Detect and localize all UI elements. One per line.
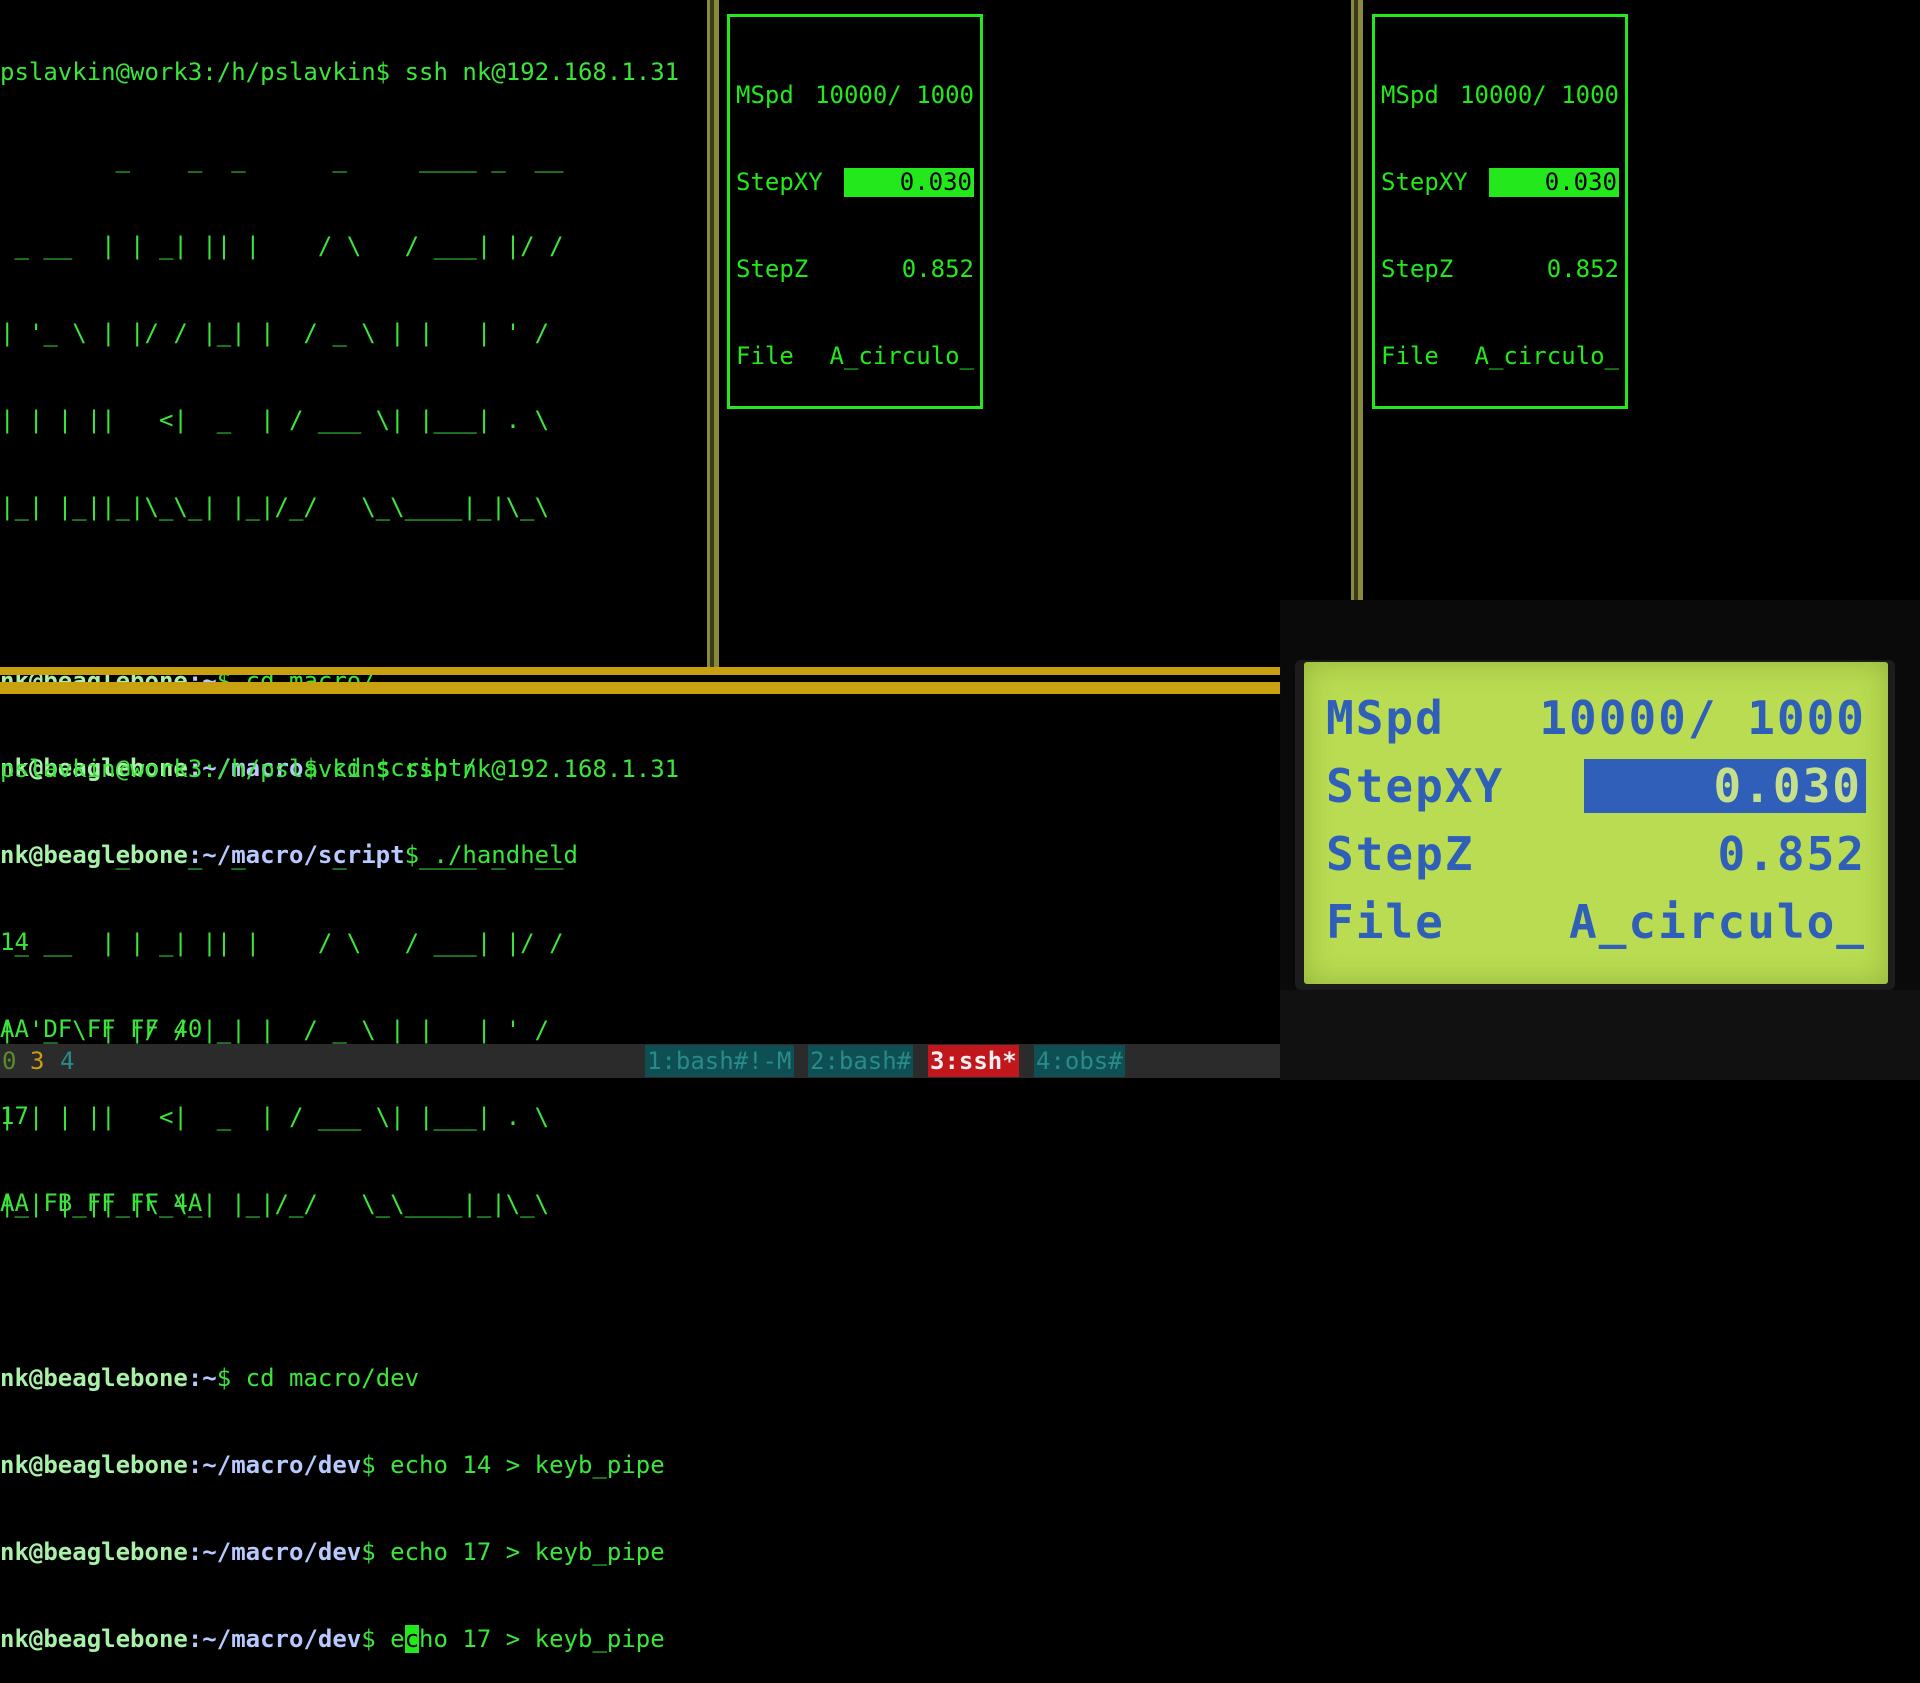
command-text: $ e (361, 1625, 405, 1653)
lcd-emulator-window: MSpd 10000/ 1000 StepXY 0.030 StepZ 0.852 F… (1372, 14, 1628, 409)
text-cursor: c (404, 1625, 420, 1653)
photo-lcd-value: A_circulo_ (1569, 895, 1866, 949)
ascii-art-line: |_| |_||_|\_\_| |_|/_/ \_\____|_|\_\ (0, 493, 550, 521)
lcd-row-stepz: StepZ 0.852 (736, 255, 974, 284)
lcd-label: File (736, 342, 794, 370)
session-number[interactable]: 0 (2, 1044, 16, 1078)
photo-lcd-value: 0.852 (1717, 827, 1866, 881)
photo-lcd-value: 10000/ 1000 (1539, 691, 1866, 745)
prompt-user: nk@beaglebone (0, 1538, 188, 1566)
pane-divider-horizontal (0, 682, 1280, 694)
lcd-row-stepz: StepZ 0.852 (1381, 255, 1619, 284)
tab-window-1[interactable]: 1:bash#!-M (645, 1045, 794, 1077)
shell-line: nk@beaglebone:~/macro/dev$ echo 17 > key… (0, 1538, 1275, 1567)
ascii-art-line: | '_ \ | |/ / |_| | / _ \ | | | ' / (0, 319, 564, 347)
pane-divider-horizontal[interactable] (0, 667, 1280, 675)
lcd-value: 10000/ 1000 (815, 81, 974, 109)
photo-lcd-row-file: File A_circulo_ (1326, 890, 1866, 954)
session-number[interactable]: 4 (60, 1044, 74, 1078)
bottom-terminal-pane[interactable]: pslavkin@work3:/h/pslavkin$ ssh nk@192.1… (0, 697, 1275, 1653)
command-text: $ echo 17 > keyb_pipe (361, 1538, 665, 1566)
lcd-row-file: File A_circulo_ (736, 342, 974, 371)
prompt-path: :~/macro/dev (187, 1625, 362, 1653)
lcd-label: StepXY (1381, 168, 1468, 196)
lcd-label: MSpd (1381, 81, 1439, 109)
ssh-command-line: pslavkin@work3:/h/pslavkin$ ssh nk@192.1… (0, 755, 680, 783)
lcd-value: A_circulo_ (1474, 342, 1620, 370)
tab-window-3-active[interactable]: 3:ssh* (928, 1045, 1019, 1077)
photo-lcd-label: StepXY (1326, 759, 1505, 813)
device-body (1280, 990, 1920, 1080)
ascii-art-line: _ _ _ _ ____ _ __ (0, 145, 564, 173)
lcd-label: StepZ (1381, 255, 1454, 283)
lcd-row-stepxy: StepXY 0.030 (1381, 168, 1619, 197)
ascii-art-line: _ __ | | _| || | / \ / ___| |/ / (0, 232, 564, 260)
ascii-art-line: | | | || <| _ | / ___ \| |___| . \ (0, 406, 564, 434)
lcd-row-stepxy: StepXY 0.030 (736, 168, 974, 197)
lcd-camera-view: MSpd 10000/ 1000 StepXY 0.030 StepZ 0.852 F… (1280, 600, 1920, 1080)
lcd-label: MSpd (736, 81, 794, 109)
lcd-row-mspd: MSpd 10000/ 1000 (736, 81, 974, 110)
photo-lcd-label: File (1326, 895, 1445, 949)
photo-lcd-row-stepz: StepZ 0.852 (1326, 822, 1866, 886)
pane-divider-vertical[interactable] (1351, 0, 1363, 600)
prompt-user: nk@beaglebone (0, 1364, 188, 1392)
top-terminal-pane[interactable]: pslavkin@work3:/h/pslavkin$ ssh nk@192.1… (0, 0, 705, 1217)
ascii-art-line: _ _ _ _ ____ _ __ (0, 842, 564, 870)
photo-lcd-row-mspd: MSpd 10000/ 1000 (1326, 686, 1866, 750)
ascii-art-line: |_| |_||_|\_\_| |_|/_/ \_\____|_|\_\ (0, 1190, 550, 1218)
command-text: ho 17 > keyb_pipe (419, 1625, 665, 1653)
lcd-value: 0.852 (1546, 255, 1619, 283)
ascii-art-line: | '_ \ | |/ / |_| | / _ \ | | | ' / (0, 1016, 564, 1044)
lcd-value-selected: 0.030 (844, 168, 974, 197)
tab-window-4[interactable]: 4:obs# (1034, 1045, 1125, 1077)
ssh-command-line: pslavkin@work3:/h/pslavkin$ ssh nk@192.1… (0, 58, 680, 86)
prompt-path: :~/macro/dev (187, 1451, 362, 1479)
shell-line: nk@beaglebone:~/macro/dev$ echo 14 > key… (0, 1451, 1275, 1480)
prompt-path: :~ (187, 1364, 217, 1392)
photo-lcd-value-selected: 0.030 (1583, 759, 1866, 813)
photo-lcd-label: StepZ (1326, 827, 1475, 881)
lcd-label: StepZ (736, 255, 809, 283)
ascii-art-line: _ __ | | _| || | / \ / ___| |/ / (0, 929, 564, 957)
pane-divider-vertical[interactable] (707, 0, 719, 668)
session-number[interactable]: 3 (30, 1044, 44, 1078)
command-text: $ echo 14 > keyb_pipe (361, 1451, 665, 1479)
prompt-path: :~/macro/dev (187, 1538, 362, 1566)
ascii-art-line: | | | || <| _ | / ___ \| |___| . \ (0, 1103, 564, 1131)
prompt-user: nk@beaglebone (0, 1451, 188, 1479)
lcd-value: 0.852 (901, 255, 974, 283)
lcd-label: File (1381, 342, 1439, 370)
lcd-value: 10000/ 1000 (1460, 81, 1619, 109)
command-text: $ cd macro/dev (216, 1364, 420, 1392)
active-command-line[interactable]: nk@beaglebone:~/macro/dev$ echo 17 > key… (0, 1625, 1275, 1654)
lcd-label: StepXY (736, 168, 823, 196)
lcd-value: A_circulo_ (829, 342, 975, 370)
lcd-emulator-window: MSpd 10000/ 1000 StepXY 0.030 StepZ 0.852 F… (727, 14, 983, 409)
lcd-row-file: File A_circulo_ (1381, 342, 1619, 371)
photo-lcd-row-stepxy: StepXY 0.030 (1326, 754, 1866, 818)
lcd-row-mspd: MSpd 10000/ 1000 (1381, 81, 1619, 110)
tmux-status-bar: 0 3 4 1:bash#!-M 2:bash# 3:ssh* 4:obs# (0, 1044, 1280, 1078)
tab-window-2[interactable]: 2:bash# (808, 1045, 914, 1077)
shell-line: nk@beaglebone:~$ cd macro/dev (0, 1364, 1275, 1393)
prompt-user: nk@beaglebone (0, 1625, 188, 1653)
physical-lcd-screen: MSpd 10000/ 1000 StepXY 0.030 StepZ 0.852 F… (1304, 662, 1888, 984)
photo-lcd-label: MSpd (1326, 691, 1445, 745)
lcd-value-selected: 0.030 (1489, 168, 1619, 197)
